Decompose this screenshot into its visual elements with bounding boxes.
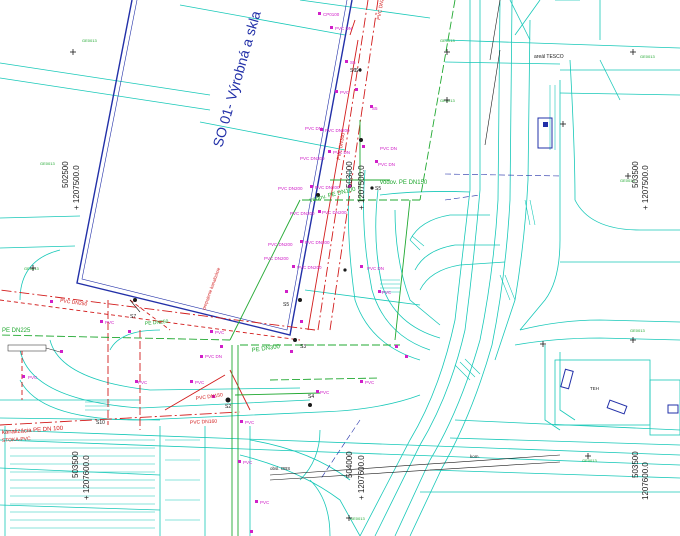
svg-text:PVC DN: PVC DN (367, 266, 384, 271)
svg-text:PVC DN: PVC DN (380, 146, 397, 151)
svg-text:S5: S5 (375, 186, 381, 192)
svg-text:GE0013: GE0013 (82, 38, 97, 43)
svg-text:GE0013: GE0013 (350, 516, 365, 521)
label-kom: kom. (470, 454, 480, 459)
svg-text:PVC DN200: PVC DN200 (268, 242, 293, 247)
svg-text:PVC DN200: PVC DN200 (322, 210, 347, 215)
svg-text:GE0013: GE0013 (440, 38, 455, 43)
pipe-label-pvc-dn300: PVC DN300 (336, 132, 347, 160)
svg-text:S5: S5 (372, 106, 378, 111)
building-title: SO 01- Výrobná a skla (210, 9, 264, 149)
coord-label: 503500 (631, 161, 640, 188)
svg-text:PVC: PVC (105, 320, 115, 325)
pipe-label-pvc-dn160: PVC DN160 (190, 419, 218, 426)
svg-text:PVC DN: PVC DN (205, 354, 222, 359)
pipe-label-pe-dn300: PE DN300 (251, 344, 281, 354)
svg-text:PVC DN200: PVC DN200 (290, 211, 315, 216)
svg-text:PVC DN200: PVC DN200 (325, 128, 350, 133)
svg-text:GE0013: GE0013 (582, 458, 597, 463)
pipe-label-water-dn150: vodov. PE DN150 (380, 180, 428, 186)
coord-label: 504000 (345, 451, 354, 478)
svg-text:PVC: PVC (320, 390, 330, 395)
svg-text:S4: S4 (355, 68, 361, 74)
svg-text:PVC DN200: PVC DN200 (305, 240, 330, 245)
coord-label: + 1207500.0 (357, 165, 366, 210)
pipe-label-pvc-dn150: PVC DN150 (195, 392, 223, 402)
coord-label: + 1207600.0 (357, 455, 366, 500)
svg-text:GE0013: GE0013 (40, 161, 55, 166)
cad-drawing-canvas: CP0100 PVC DN S5 PVC PVC DN200 PVC DN PVC D… (0, 0, 680, 536)
tesco-label: areál TESCO (534, 54, 564, 60)
svg-text:GE0013: GE0013 (640, 54, 655, 59)
svg-text:PVC DN: PVC DN (335, 26, 352, 31)
coord-label: 1207600.0 (641, 462, 650, 500)
label-teh: TEH (590, 386, 599, 391)
coord-label: + 1207500.0 (72, 165, 81, 210)
label-obs: obsl. OBS (270, 466, 290, 471)
svg-text:PVC DN200: PVC DN200 (264, 256, 289, 261)
pipe-label-pvc-dn250: PVC DN250 (60, 298, 88, 308)
parcel-lines (0, 0, 680, 536)
coord-label: + 1207500.0 (641, 165, 650, 210)
pipe-label-pe-dn250: PE DN250 (145, 319, 169, 327)
coord-label: + 1207600.0 (82, 455, 91, 500)
svg-text:S5: S5 (350, 60, 356, 65)
svg-text:PVC DN200: PVC DN200 (297, 265, 322, 270)
pipe-label-pe-dn225: PE DN225 (2, 328, 31, 334)
svg-text:PVC DN200: PVC DN200 (278, 186, 303, 191)
svg-text:PVC: PVC (138, 380, 148, 385)
svg-text:PVC: PVC (340, 90, 350, 95)
svg-text:PVC: PVC (245, 420, 255, 425)
svg-text:PVC: PVC (365, 380, 375, 385)
coord-label: 503500 (631, 451, 640, 478)
svg-text:S4: S4 (308, 394, 314, 400)
pipe-label-kanal: kanalizácia PE DN 100 (2, 426, 64, 436)
svg-text:PVC DN300: PVC DN300 (300, 156, 325, 161)
svg-text:PVC: PVC (243, 460, 253, 465)
coord-label: 502500 (61, 161, 70, 188)
svg-text:PVC: PVC (260, 500, 270, 505)
svg-text:S10: S10 (96, 420, 105, 426)
label-kanal-vert: prepojenie kanalizácie (201, 266, 221, 310)
svg-text:PVC DN200: PVC DN200 (315, 185, 340, 190)
pipe-label-stoka: STOKA-PVC (2, 436, 32, 444)
svg-text:PVC: PVC (28, 375, 38, 380)
svg-text:S5: S5 (283, 302, 289, 308)
svg-text:S2: S2 (225, 404, 231, 410)
svg-text:GE0013: GE0013 (440, 98, 455, 103)
svg-text:CP0100: CP0100 (323, 12, 340, 17)
svg-text:PVC DN: PVC DN (305, 126, 322, 131)
svg-text:S3: S3 (300, 344, 306, 350)
svg-text:PVC: PVC (195, 380, 205, 385)
sewer-lines (0, 0, 379, 430)
svg-text:PVC: PVC (382, 290, 392, 295)
svg-text:S7: S7 (130, 314, 136, 320)
coord-label: 503000 (345, 161, 354, 188)
svg-text:GE0013: GE0013 (24, 266, 39, 271)
svg-text:PVC: PVC (215, 330, 225, 335)
coord-label: 503500 (71, 451, 80, 478)
svg-text:GE0013: GE0013 (630, 328, 645, 333)
site-plan-drawing: CP0100PVC DN S5PVC PVC DN200PVC DN PVC D… (0, 0, 680, 536)
svg-text:PVC DN: PVC DN (378, 162, 395, 167)
